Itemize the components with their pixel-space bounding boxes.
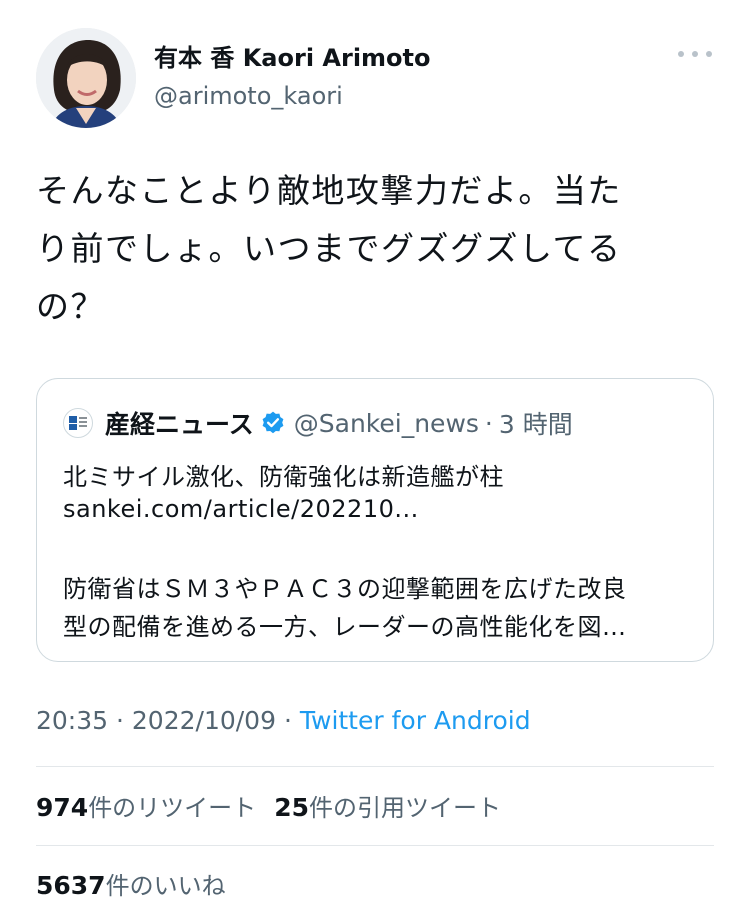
tweet-text-line: り前でしょ。いつまでグズグズしてる — [36, 229, 622, 268]
tweet-header: 有本 香 Kaori Arimoto @arimoto_kaori — [36, 28, 716, 128]
retweet-stats: 974件のリツイート 25件の引用ツイート — [36, 788, 501, 823]
meta-separator: · — [116, 706, 124, 735]
likes-count: 5637 — [36, 871, 106, 900]
quoted-author-handle[interactable]: @Sankei_news — [294, 409, 479, 438]
quoted-body-line: 型の配備を進める一方、レーダーの高性能化を図… — [63, 613, 627, 641]
more-options-icon[interactable] — [678, 46, 712, 62]
author-handle[interactable]: @arimoto_kaori — [154, 80, 431, 112]
quote-tweets-label: 件の引用ツイート — [308, 794, 501, 822]
author-display-name[interactable]: 有本 香 Kaori Arimoto — [154, 42, 431, 74]
tweet-text-line: そんなことより敵地攻撃力だよ。当た — [36, 171, 622, 210]
divider — [36, 845, 714, 846]
avatar[interactable] — [36, 28, 136, 128]
divider — [36, 766, 714, 767]
retweets-count: 974 — [36, 793, 89, 822]
quote-tweets-count: 25 — [274, 793, 309, 822]
meta-separator: · — [283, 706, 292, 735]
tweet-metadata: 20:35 · 2022/10/09 · Twitter for Android — [36, 706, 531, 735]
tweet-source-link[interactable]: Twitter for Android — [300, 706, 531, 735]
quoted-body-line: 防衛省はＳＭ３やＰＡＣ３の迎撃範囲を広げた改良 — [63, 575, 627, 603]
tweet-date[interactable]: 2022/10/09 — [132, 706, 276, 735]
verified-badge-icon — [262, 411, 284, 434]
likes-stats[interactable]: 5637件のいいね — [36, 866, 226, 901]
likes-label: 件のいいね — [105, 872, 226, 900]
retweets-link[interactable]: 974件のリツイート — [36, 793, 257, 822]
quoted-headline: 北ミサイル激化、防衛強化は新造艦が柱 — [63, 463, 504, 491]
quoted-timestamp[interactable]: 3 時間 — [499, 405, 573, 441]
tweet-time[interactable]: 20:35 — [36, 706, 108, 735]
quoted-author-name[interactable]: 産経ニュース — [105, 405, 254, 441]
quoted-tweet-card[interactable]: 産経ニュース @Sankei_news · 3 時間 北ミサイル激化、防衛強化は… — [36, 378, 714, 662]
retweets-label: 件のリツイート — [88, 794, 257, 822]
tweet-text-line: の？ — [36, 287, 105, 326]
quote-tweets-link[interactable]: 25件の引用ツイート — [274, 793, 501, 822]
quoted-tweet-header: 産経ニュース @Sankei_news · 3 時間 — [63, 405, 573, 441]
author-names: 有本 香 Kaori Arimoto @arimoto_kaori — [154, 42, 431, 112]
tweet-text: そんなことより敵地攻撃力だよ。当た り前でしょ。いつまでグズグズしてる の？ — [36, 162, 706, 336]
quoted-separator: · — [484, 408, 493, 438]
quoted-link[interactable]: sankei.com/article/202210... — [63, 495, 419, 523]
sankei-logo-icon — [63, 408, 93, 438]
